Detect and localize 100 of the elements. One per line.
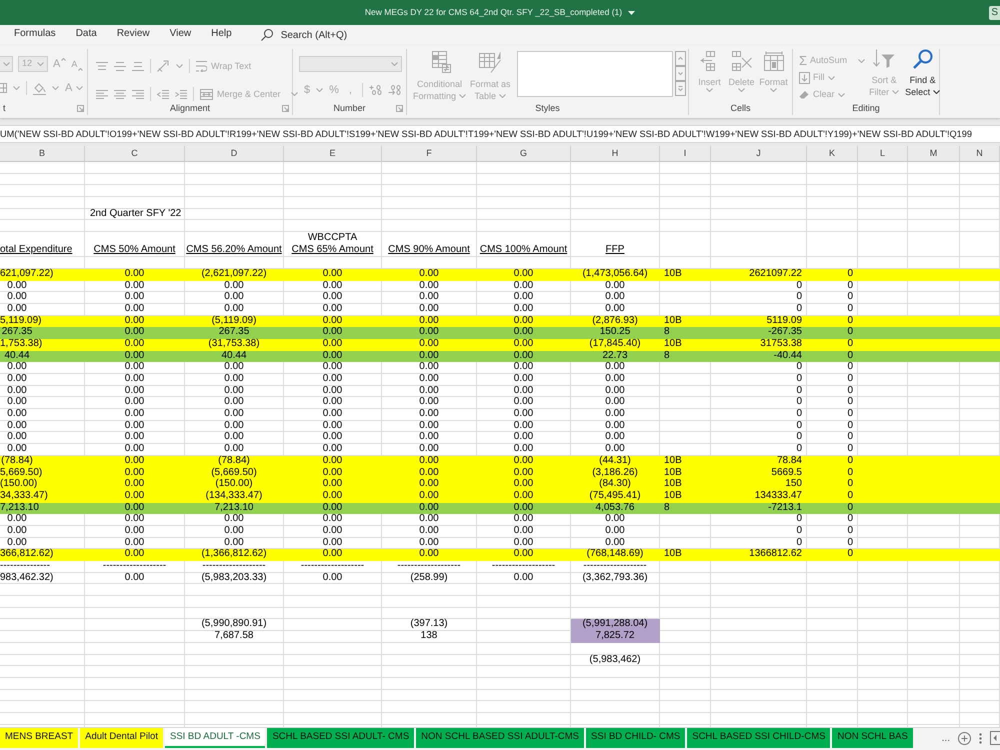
- group-label: Editing: [852, 102, 880, 115]
- table-cell-text: 150: [784, 479, 803, 491]
- menu-tab[interactable]: Help: [201, 26, 242, 44]
- empty-cell: [960, 654, 1000, 666]
- table-cell: 0.00: [477, 397, 571, 410]
- table-cell: 0.00: [284, 397, 382, 410]
- column-header[interactable]: N: [960, 146, 1000, 162]
- sheet-tab[interactable]: NON SCHL BAS: [832, 728, 913, 748]
- menu-tab[interactable]: Formulas: [4, 26, 66, 44]
- table-cell-text: 8: [663, 502, 671, 514]
- table-cell: 0.00: [382, 397, 477, 410]
- empty-cell: [858, 572, 908, 584]
- table-cell-text: 0.00: [124, 268, 146, 281]
- table-cell: 0.00: [571, 374, 660, 386]
- sheet-tab[interactable]: MENS BREAST: [0, 728, 78, 748]
- table-cell-text: 10B: [663, 456, 683, 468]
- column-header[interactable]: K: [807, 146, 858, 162]
- empty-cell: [858, 292, 908, 304]
- column-header[interactable]: G: [477, 146, 571, 162]
- table-cell-text: 22.73: [601, 350, 629, 362]
- table-cell-text: 0: [846, 502, 854, 514]
- table-cell-text: 0.00: [124, 502, 146, 514]
- table-cell: 0.00: [284, 432, 382, 444]
- table-cell: 0.00: [571, 280, 660, 292]
- sheet-tab[interactable]: SCHL BASED SSI ADULT- CMS: [267, 728, 414, 748]
- add-sheet-icon[interactable]: [958, 732, 971, 744]
- empty-cell: [858, 596, 908, 608]
- table-cell: 7,825.72: [571, 631, 660, 643]
- table-cell-text: 0.00: [124, 327, 146, 339]
- menu-tab[interactable]: View: [160, 26, 202, 44]
- table-cell: 0.00: [0, 362, 85, 374]
- menu-tab[interactable]: Review: [106, 26, 160, 44]
- empty-cell: [960, 514, 1000, 526]
- column-header[interactable]: C: [85, 146, 185, 162]
- table-cell: 0.00: [185, 292, 284, 304]
- find-select-button[interactable]: Find & Select: [903, 49, 942, 98]
- group-label: Number: [334, 102, 366, 115]
- sheet-tab[interactable]: SCHL BASED SSI CHILD-CMS: [687, 728, 830, 748]
- empty-cell: [858, 712, 908, 725]
- caret-icon[interactable]: [628, 10, 636, 14]
- table-cell-text: -7213.1: [767, 502, 803, 514]
- table-cell-text: (75,495.41): [588, 490, 642, 503]
- table-cell: (5,983,462): [571, 654, 660, 666]
- table-cell: 0.00: [284, 572, 382, 584]
- empty-cell: [960, 420, 1000, 432]
- sheet-tab[interactable]: NON SCHL BASED SSI ADULT-CMS: [416, 728, 584, 748]
- table-cell-text: 0.00: [322, 316, 344, 327]
- table-cell-text: 0.00: [124, 338, 146, 351]
- empty-cell: [807, 572, 858, 584]
- column-header[interactable]: D: [185, 146, 284, 162]
- column-header[interactable]: L: [858, 146, 908, 162]
- table-cell-text: (84.30): [598, 479, 632, 490]
- column-header[interactable]: B: [0, 146, 85, 162]
- empty-cell: [908, 608, 960, 620]
- empty-cell: [960, 619, 1000, 632]
- table-cell: 0.00: [477, 280, 571, 292]
- empty-cell: [960, 631, 1000, 643]
- table-cell: 0.00: [185, 420, 284, 432]
- column-header[interactable]: M: [908, 146, 960, 162]
- sheet-tab[interactable]: SSI BD ADULT -CMS: [164, 728, 266, 748]
- search-field[interactable]: Search (Alt+Q): [260, 28, 355, 42]
- column-header[interactable]: I: [660, 146, 711, 162]
- table-cell: 0: [807, 409, 858, 421]
- table-cell: 0.00: [571, 409, 660, 421]
- menu-tab[interactable]: Data: [66, 26, 107, 44]
- formula-field[interactable]: UM('NEW SSI-BD ADULT'!O199+'NEW SSI-BD ADULT'!R199+'NEW SSI-BD ADULT'!S199+'NEW SSI-BD ADULT'!T199+'NEW SSI-BD ADULT'!U199+'NEW SSI-BD ADULT'!W199+'NEW SSI-BD ADULT'!Y199)+'NEW SSI-BD ADULT'!Q199: [0, 125, 1000, 143]
- table-cell: 0.00: [85, 420, 185, 432]
- vertical-dots-icon[interactable]: [979, 732, 982, 744]
- table-cell-text: 0.00: [124, 490, 146, 503]
- wrap-text-icon: [196, 60, 207, 72]
- empty-cell: [908, 712, 960, 725]
- empty-cell: [908, 701, 960, 713]
- column-header[interactable]: E: [284, 146, 382, 162]
- empty-cell: [807, 208, 858, 220]
- empty-cell: [858, 362, 908, 374]
- caret-up-icon: [61, 58, 66, 60]
- window-title: New MEGs DY 22 for CMS 64_2nd Qtr. SFY _22_SB_completed (1): [364, 6, 622, 19]
- empty-cell: [908, 420, 960, 432]
- table-cell-text: 0.00: [512, 268, 534, 281]
- table-cell: 0.00: [571, 292, 660, 304]
- table-cell-text: 5119.09: [766, 316, 803, 327]
- empty-cell: [858, 514, 908, 526]
- empty-cell: [807, 220, 858, 232]
- empty-cell: [960, 596, 1000, 608]
- empty-cell: [858, 561, 908, 573]
- scroll-left-icon[interactable]: [990, 731, 1000, 745]
- empty-cell: [660, 526, 711, 538]
- column-header[interactable]: H: [571, 146, 660, 162]
- more-tabs-button[interactable]: ...: [942, 730, 950, 746]
- sheet-tab[interactable]: Adult Dental Pilot: [80, 728, 163, 748]
- empty-cell: [960, 280, 1000, 292]
- sheet-tab[interactable]: SSI BD CHILD- CMS: [586, 728, 686, 748]
- column-header[interactable]: F: [382, 146, 477, 162]
- corner-button[interactable]: S: [989, 6, 1000, 20]
- empty-cell: [660, 208, 711, 220]
- table-cell: 0.00: [382, 386, 477, 398]
- caret-icon[interactable]: [933, 90, 940, 94]
- column-header[interactable]: J: [711, 146, 807, 162]
- table-cell: 0.00: [477, 526, 571, 538]
- empty-cell: [908, 197, 960, 209]
